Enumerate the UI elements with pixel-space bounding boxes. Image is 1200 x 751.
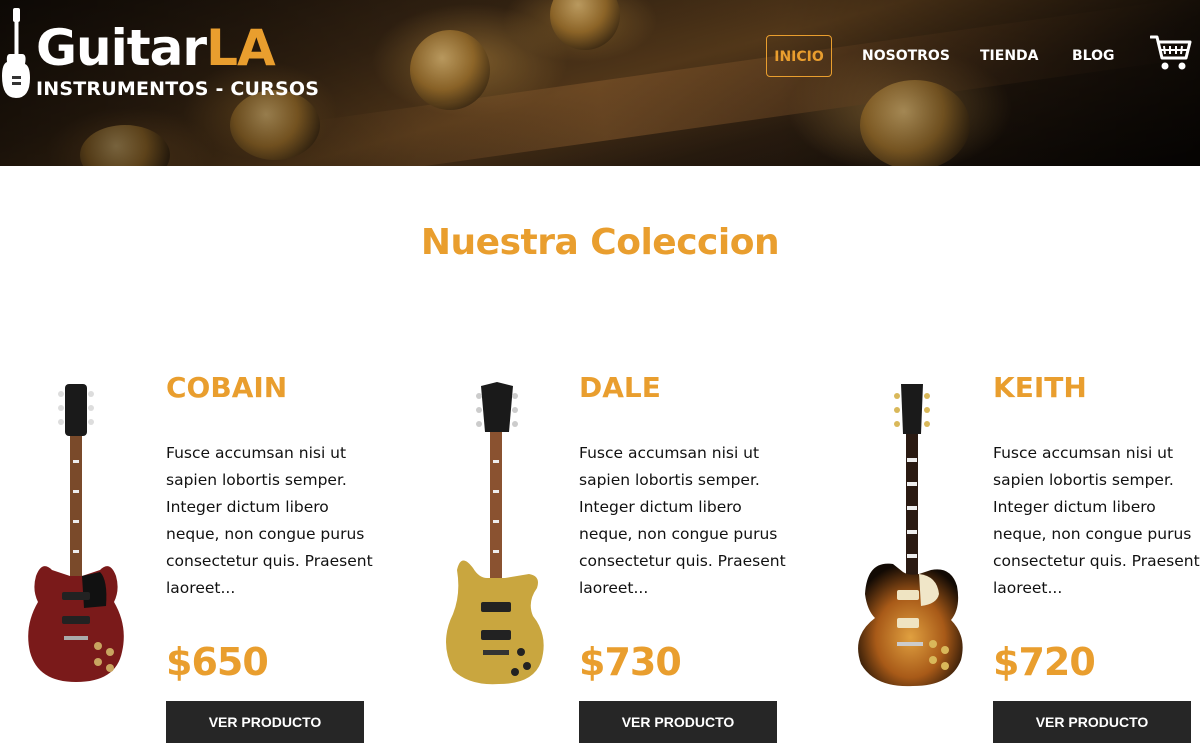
product-name: KEITH — [993, 371, 1087, 404]
product-name: COBAIN — [166, 371, 288, 404]
sunburst-les-paul-guitar-image — [858, 384, 963, 687]
gold-guitar-image — [446, 382, 544, 685]
product-card: COBAIN Fusce accumsan nisi ut sapien lob… — [0, 370, 380, 751]
guitar-logo-icon — [2, 8, 30, 98]
product-description: Fusce accumsan nisi ut sapien lobortis s… — [166, 444, 373, 597]
product-description: Fusce accumsan nisi ut sapien lobortis s… — [579, 444, 786, 597]
view-product-button[interactable]: VER PRODUCTO — [579, 701, 777, 743]
site-header: GuitarLA INSTRUMENTOS - CURSOS INICIO NO… — [0, 0, 1200, 166]
view-product-button[interactable]: VER PRODUCTO — [993, 701, 1191, 743]
product-info: KEITH Fusce accumsan nisi ut sapien lobo… — [993, 370, 1200, 743]
product-description: Fusce accumsan nisi ut sapien lobortis s… — [993, 444, 1200, 597]
product-card: KEITH Fusce accumsan nisi ut sapien lobo… — [827, 370, 1200, 751]
site-logo[interactable]: GuitarLA INSTRUMENTOS - CURSOS — [0, 6, 319, 106]
logo-title: GuitarLA — [36, 19, 276, 77]
collection-title: Nuestra Coleccion — [420, 222, 780, 263]
nav-link-blog[interactable]: BLOG — [1072, 35, 1115, 77]
nav-link-tienda[interactable]: TIENDA — [980, 35, 1039, 77]
product-price: $650 — [166, 640, 269, 684]
product-info: DALE Fusce accumsan nisi ut sapien lobor… — [579, 370, 789, 743]
logo-subtitle: INSTRUMENTOS - CURSOS — [36, 78, 320, 100]
shopping-cart-icon[interactable] — [1150, 34, 1192, 72]
nav-link-nosotros[interactable]: NOSOTROS — [862, 35, 950, 77]
product-price: $730 — [579, 640, 682, 684]
product-price: $720 — [993, 640, 1096, 684]
view-product-button[interactable]: VER PRODUCTO — [166, 701, 364, 743]
product-card: DALE Fusce accumsan nisi ut sapien lobor… — [413, 370, 793, 751]
product-name: DALE — [579, 371, 661, 404]
red-sg-guitar-image — [28, 384, 124, 682]
product-info: COBAIN Fusce accumsan nisi ut sapien lob… — [166, 370, 376, 743]
nav-link-inicio[interactable]: INICIO — [766, 35, 832, 77]
